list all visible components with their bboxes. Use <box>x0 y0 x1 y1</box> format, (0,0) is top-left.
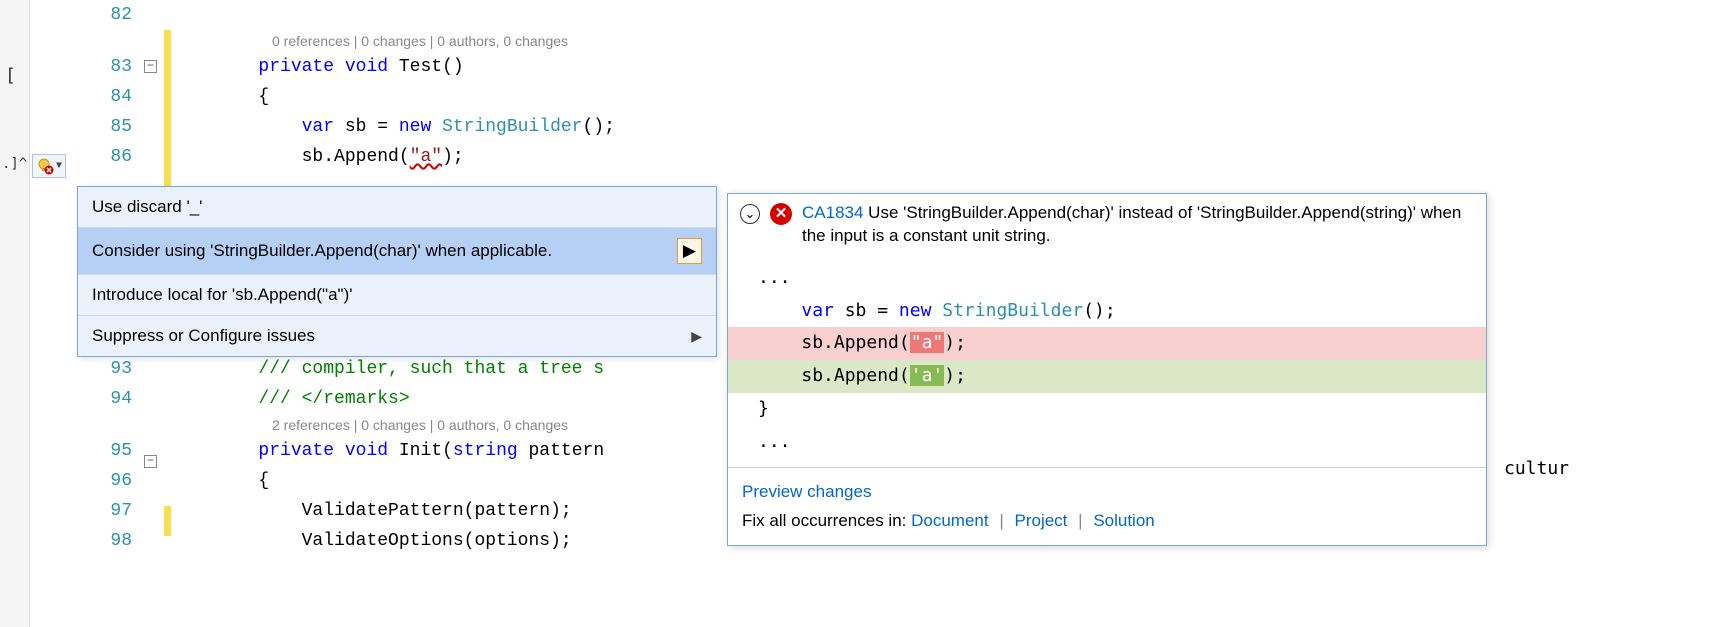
code-line <box>172 0 1722 30</box>
fold-toggle-icon[interactable]: − <box>144 60 157 73</box>
qa-item-suppress[interactable]: Suppress or Configure issues ▶ <box>78 316 716 356</box>
code-line: sb.Append("a"); <box>172 142 1722 172</box>
qa-item-introduce-local[interactable]: Introduce local for 'sb.Append("a")' <box>78 275 716 316</box>
chevron-right-icon: ▶ <box>677 238 702 264</box>
preview-changes-link[interactable]: Preview changes <box>742 482 871 501</box>
code-line: var sb = new StringBuilder(); <box>172 112 1722 142</box>
chevron-down-icon[interactable]: ⌄ <box>740 204 760 224</box>
lightbulb-icon[interactable]: ▼ <box>32 154 66 178</box>
fix-document-link[interactable]: Document <box>911 511 988 530</box>
fix-solution-link[interactable]: Solution <box>1093 511 1154 530</box>
quick-actions-menu: Use discard '_' Consider using 'StringBu… <box>77 186 717 357</box>
fix-project-link[interactable]: Project <box>1015 511 1068 530</box>
fold-toggle-icon[interactable]: − <box>144 455 157 468</box>
code-line: private void Test() <box>172 52 1722 82</box>
diff-added-line: sb.Append('a'); <box>728 360 1486 393</box>
diff-removed-line: sb.Append("a"); <box>728 327 1486 360</box>
margin-annotation: .]^ <box>2 156 27 172</box>
code-fragment: cultur <box>1504 458 1569 479</box>
fix-all-label: Fix all occurrences in: <box>742 511 911 530</box>
dropdown-caret-icon: ▼ <box>56 161 62 172</box>
qa-item-append-char[interactable]: Consider using 'StringBuilder.Append(cha… <box>78 228 716 275</box>
codelens[interactable]: 0 references | 0 changes | 0 authors, 0 … <box>172 30 1722 52</box>
qa-item-use-discard[interactable]: Use discard '_' <box>78 187 716 228</box>
diff-preview: ... var sb = new StringBuilder(); sb.App… <box>728 258 1486 467</box>
qa-item-label: Consider using 'StringBuilder.Append(cha… <box>92 241 552 261</box>
code-line: { <box>172 82 1722 112</box>
glyph-margin <box>0 0 30 627</box>
qa-item-label: Use discard '_' <box>92 197 202 217</box>
collapse-bracket: [ <box>5 65 16 86</box>
qa-item-label: Suppress or Configure issues <box>92 326 315 346</box>
rule-id-link[interactable]: CA1834 <box>802 203 863 222</box>
qa-item-label: Introduce local for 'sb.Append("a")' <box>92 285 352 305</box>
marker-column: [ .]^ ▼ <box>30 0 80 627</box>
fix-preview-popup: ⌄ ✕ CA1834 Use 'StringBuilder.Append(cha… <box>727 193 1487 546</box>
preview-message: CA1834 Use 'StringBuilder.Append(char)' … <box>802 202 1474 248</box>
chevron-right-icon: ▶ <box>691 328 702 345</box>
error-icon: ✕ <box>770 203 792 225</box>
